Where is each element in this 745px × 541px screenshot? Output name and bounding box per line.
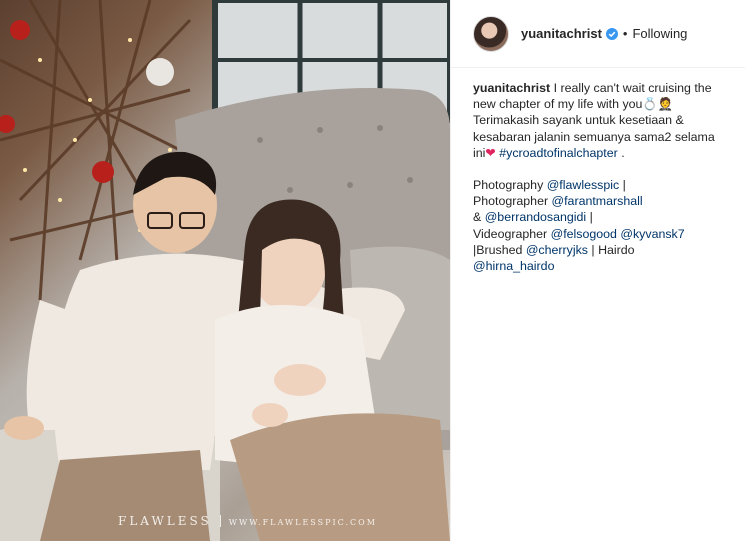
credit-after: |	[586, 210, 593, 225]
post-photo[interactable]: FLAWLESS WWW.FLAWLESSPIC.COM	[0, 0, 450, 541]
credit-handle-link[interactable]: @hirna_hairdo	[473, 259, 554, 273]
credit-handle-link[interactable]: @berrandosangidi	[485, 210, 586, 224]
instagram-post: FLAWLESS WWW.FLAWLESSPIC.COM yuanitachris…	[0, 0, 745, 541]
following-button[interactable]: Following	[632, 26, 687, 41]
hashtag-link[interactable]: #ycroadtofinalchapter	[499, 146, 617, 160]
heart-icon: ❤	[485, 145, 496, 160]
credit-label: Videographer	[473, 226, 551, 241]
avatar[interactable]	[473, 15, 509, 52]
credit-label: Photographer	[473, 194, 552, 209]
caption-paragraph: yuanitachrist I really can't wait cruisi…	[473, 80, 729, 161]
post-header: yuanitachrist • Following	[451, 0, 745, 68]
credit-label: Photography	[473, 178, 547, 193]
caption-period: .	[621, 145, 625, 160]
header-separator: •	[622, 26, 628, 41]
watermark-brand: FLAWLESS	[118, 514, 212, 528]
credit-after: |	[619, 178, 626, 193]
credit-handle-link[interactable]: @cherryjks	[526, 243, 588, 257]
credit-after: | Hairdo	[587, 242, 635, 257]
credits-paragraph: Photography @flawlesspic | Photographer …	[473, 177, 729, 274]
credit-label: &	[473, 210, 485, 225]
post-caption: yuanitachrist I really can't wait cruisi…	[451, 68, 745, 274]
photo-watermark: FLAWLESS WWW.FLAWLESSPIC.COM	[118, 514, 377, 528]
credit-handle-link[interactable]: @flawlesspic	[547, 178, 620, 192]
credit-handle-link[interactable]: @farantmarshall	[552, 194, 643, 208]
credit-label: |Brushed	[473, 242, 526, 257]
header-username[interactable]: yuanitachrist	[521, 26, 602, 41]
caption-emoji: 💍🤵	[642, 97, 674, 112]
caption-username[interactable]: yuanitachrist	[473, 81, 550, 95]
watermark-site: WWW.FLAWLESSPIC.COM	[228, 518, 377, 527]
credit-handle-link[interactable]: @kyvansk7	[620, 227, 684, 241]
couple-photo-illustration	[0, 0, 450, 541]
verified-badge-icon	[605, 27, 618, 40]
post-sidebar: yuanitachrist • Following yuanitachrist …	[450, 0, 745, 541]
credit-handle-link[interactable]: @felsogood	[551, 227, 617, 241]
